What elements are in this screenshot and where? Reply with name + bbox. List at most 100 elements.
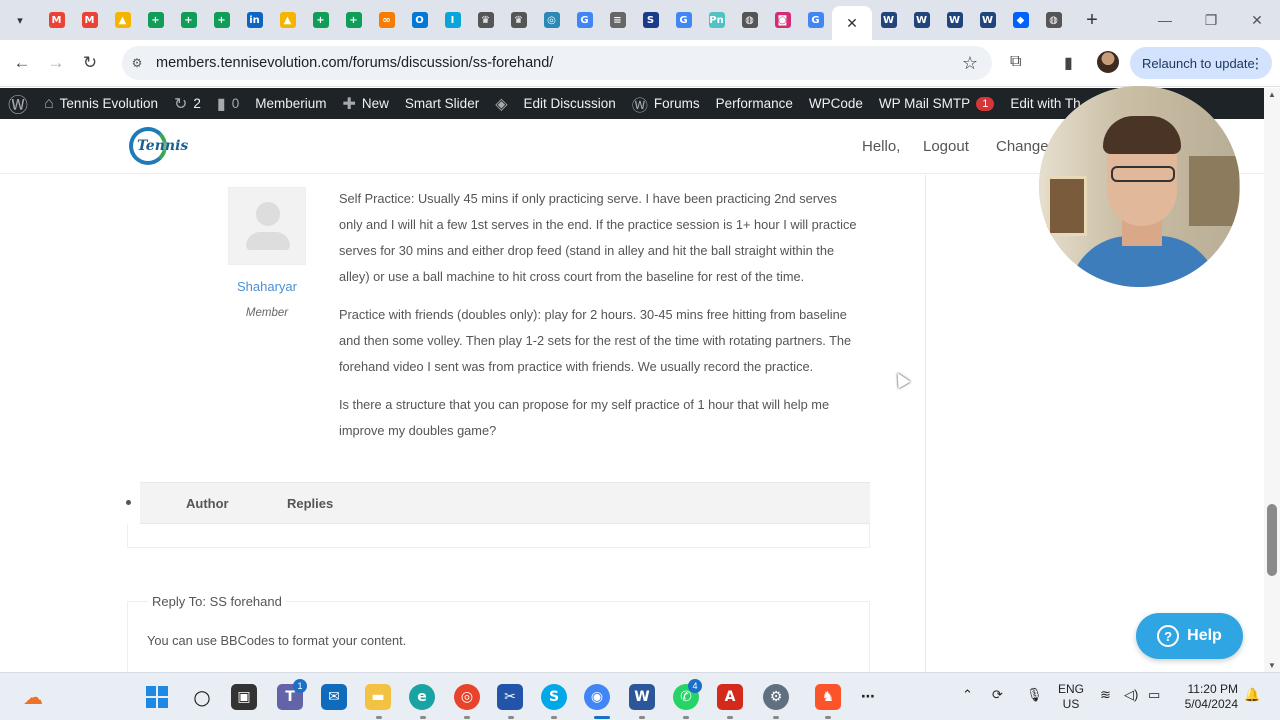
browser-tab[interactable]: G [667,4,700,36]
notification-bell-icon[interactable]: 🔔 [1244,687,1260,703]
scroll-thumb[interactable] [1267,504,1277,576]
admin-wp-mail-smtp[interactable]: WP Mail SMTP 1 [871,88,1002,119]
running-indicator [727,716,733,719]
back-button[interactable]: ← [5,46,39,80]
word-icon[interactable]: W [629,684,655,710]
profile-avatar[interactable] [1097,51,1119,73]
admin-edit-discussion[interactable]: ◈ Edit Discussion [487,88,624,119]
admin-wpcode[interactable]: WPCode [801,88,871,119]
wp-logo-icon[interactable]: Ⓦ [0,88,36,119]
relaunch-button[interactable]: Relaunch to update ⋮ [1130,47,1272,79]
nav-logout[interactable]: Logout [923,138,969,155]
reload-button[interactable]: ↻ [73,46,107,80]
browser-tab[interactable]: G [568,4,601,36]
browser-tab[interactable]: W [905,4,938,36]
browser-tab[interactable]: ∞ [370,4,403,36]
active-browser-tab[interactable]: ✕ [832,6,872,40]
address-bar[interactable]: ⚙ members.tennisevolution.com/forums/dis… [122,46,992,80]
volume-icon[interactable]: ◁) [1124,687,1138,703]
browser-tab[interactable]: W [971,4,1004,36]
browser-tab[interactable]: I [436,4,469,36]
snipping-icon[interactable]: ✂ [497,684,523,710]
task-view-icon[interactable]: ▣ [231,684,257,710]
side-panel-icon[interactable]: ▮ [1064,53,1073,73]
admin-smart-slider[interactable]: Smart Slider [397,88,487,119]
browser-tab[interactable]: ◙ [766,4,799,36]
browser-tab[interactable]: S [634,4,667,36]
browser-tab[interactable]: + [172,4,205,36]
browser-tab[interactable]: W [872,4,905,36]
page-scrollbar[interactable]: ▲ ▼ [1264,88,1280,672]
settings-icon[interactable]: ⚙ [763,684,789,710]
scroll-down-icon[interactable]: ▼ [1268,661,1276,670]
browser-tab[interactable]: ◆ [1004,4,1037,36]
forward-button[interactable]: → [39,46,73,80]
edge-icon[interactable]: e [409,684,435,710]
mail-icon[interactable]: ✉ [321,684,347,710]
skype-icon[interactable]: S [541,684,567,710]
url-text[interactable]: members.tennisevolution.com/forums/discu… [156,55,553,71]
restore-button[interactable]: ❐ [1188,0,1234,40]
app-icon[interactable]: ◎ [454,684,480,710]
browser-tab[interactable]: ◍ [733,4,766,36]
start-button[interactable] [144,684,170,710]
more-apps-icon[interactable]: ⋯ [855,684,881,710]
browser-tab[interactable]: + [337,4,370,36]
acrobat-icon[interactable]: A [717,684,743,710]
running-indicator [639,716,645,719]
admin-comments[interactable]: ▮ 0 [209,88,247,119]
browser-tab[interactable]: ♛ [469,4,502,36]
bookmark-star-icon[interactable]: ☆ [962,53,978,74]
sync-icon[interactable]: ⟳ [992,687,1003,703]
nav-hello[interactable]: Hello, [862,138,900,155]
browser-tab[interactable]: G [799,4,832,36]
admin-new[interactable]: ✚ New [335,88,397,119]
search-icon[interactable]: ○ [189,684,215,710]
browser-tab[interactable]: + [139,4,172,36]
tab-search-button[interactable]: ▾ [8,8,32,32]
admin-forums[interactable]: Ⓦ Forums [624,88,708,119]
weather-icon[interactable]: ☁ [20,684,46,710]
system-clock[interactable]: 11:20 PM 5/04/2024 [1178,682,1238,712]
browser-tab[interactable]: O [403,4,436,36]
admin-updates[interactable]: ↻ 2 [166,88,209,119]
admin-performance[interactable]: Performance [708,88,801,119]
browser-tab[interactable]: Pn [700,4,733,36]
new-tab-button[interactable]: + [1078,6,1106,34]
browser-tab[interactable]: in [238,4,271,36]
brave-icon[interactable]: ♞ [815,684,841,710]
browser-tab[interactable]: + [304,4,337,36]
minimize-button[interactable]: — [1142,0,1188,40]
browser-tab[interactable]: W [938,4,971,36]
language-indicator[interactable]: ENG US [1058,682,1084,712]
browser-tab[interactable]: M [40,4,73,36]
browser-tab[interactable]: ◍ [1037,4,1070,36]
browser-tab[interactable]: ▲ [271,4,304,36]
tray-chevron-icon[interactable]: ⌃ [962,687,973,703]
author-avatar[interactable] [228,187,306,265]
close-tab-icon[interactable]: ✕ [843,14,861,32]
file-explorer-icon[interactable]: ▬ [365,684,391,710]
browser-tab[interactable]: ≡ [601,4,634,36]
admin-memberium[interactable]: Memberium [247,88,334,119]
pn-icon: Pn [708,12,725,28]
menu-dots-icon[interactable]: ⋮ [1250,55,1264,72]
browser-tab[interactable]: ▲ [106,4,139,36]
browser-tab[interactable]: ◎ [535,4,568,36]
extensions-icon[interactable]: ⧉ [1010,53,1021,71]
chrome-icon[interactable]: ◉ [584,684,610,710]
site-logo[interactable]: Tennis [129,127,189,165]
author-name-link[interactable]: Shaharyar [228,279,306,294]
site-info-icon[interactable]: ⚙ [122,56,152,70]
browser-tab[interactable]: + [205,4,238,36]
battery-icon[interactable]: ▭ [1148,687,1160,703]
globe-icon: ◎ [543,12,560,28]
scroll-up-icon[interactable]: ▲ [1268,90,1276,99]
browser-tab[interactable]: ♛ [502,4,535,36]
microphone-icon[interactable]: 🎙 [1026,687,1043,703]
wifi-icon[interactable]: ≋ [1100,687,1111,703]
browser-tab[interactable]: M [73,4,106,36]
admin-site-name[interactable]: ⌂ Tennis Evolution [36,88,166,119]
close-window-button[interactable]: ✕ [1234,0,1280,40]
help-button[interactable]: ? Help [1136,613,1243,659]
